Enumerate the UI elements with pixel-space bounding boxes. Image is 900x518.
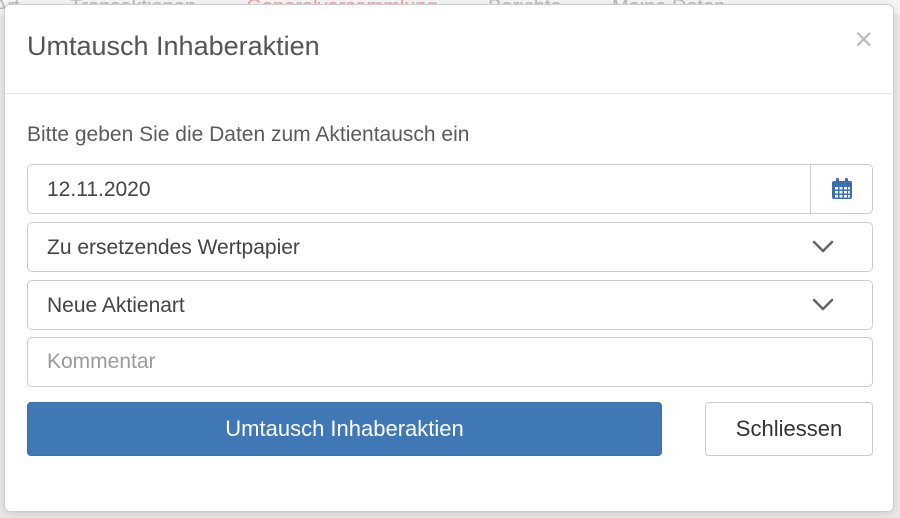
security-select-value: Zu ersetzendes Wertpapier (47, 236, 300, 259)
date-value[interactable]: 12.11.2020 (47, 178, 151, 202)
calendar-icon (831, 178, 852, 199)
share-type-select-value: Neue Aktienart (47, 294, 185, 317)
intro-text: Bitte geben Sie die Daten zum Aktientaus… (27, 123, 470, 146)
modal-header: Umtausch Inhaberaktien × (5, 5, 893, 94)
date-field[interactable]: 12.11.2020 (27, 164, 873, 214)
share-type-select[interactable]: Neue Aktienart (27, 280, 873, 330)
comment-field-wrapper (27, 337, 873, 387)
security-select[interactable]: Zu ersetzendes Wertpapier (27, 222, 873, 272)
calendar-button[interactable] (810, 165, 872, 213)
comment-input[interactable] (28, 338, 872, 386)
chevron-down-icon (812, 298, 834, 311)
modal-title: Umtausch Inhaberaktien (27, 31, 320, 61)
modal-dialog: Umtausch Inhaberaktien × Bitte geben Sie… (4, 4, 894, 512)
chevron-down-icon (812, 240, 834, 253)
close-button[interactable]: Schliessen (705, 402, 873, 456)
close-icon[interactable]: × (854, 23, 873, 55)
exchange-shares-button[interactable]: Umtausch Inhaberaktien (27, 402, 662, 456)
